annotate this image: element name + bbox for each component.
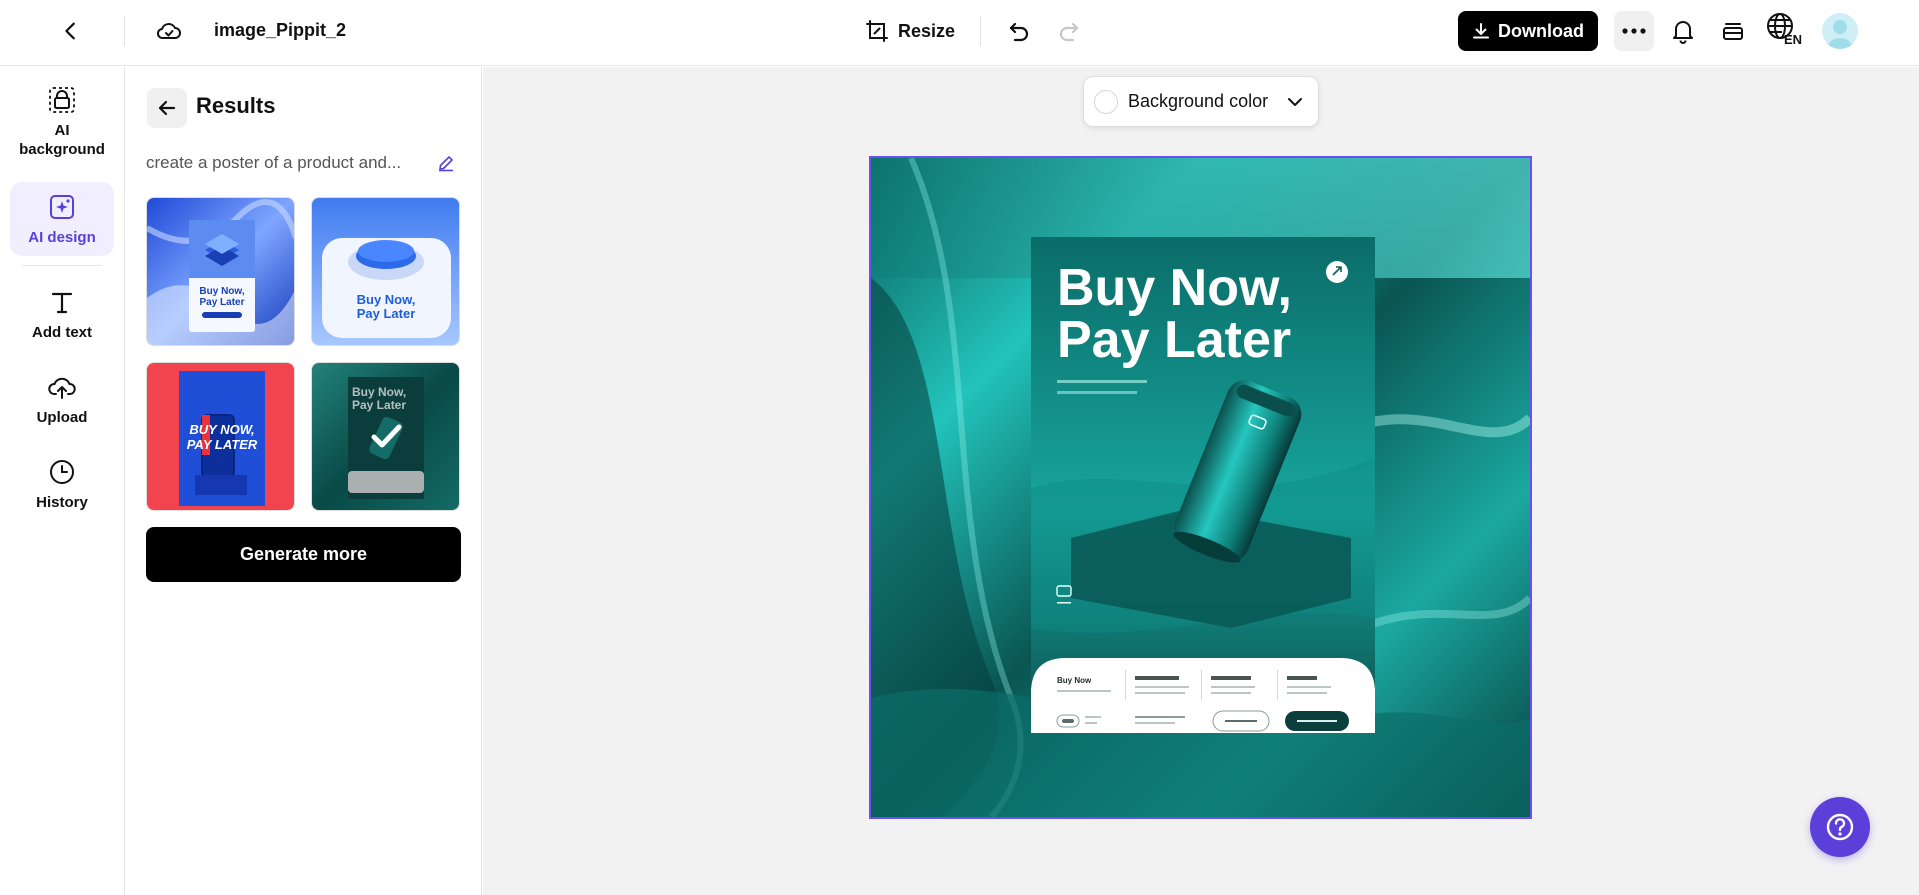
thumbnail-caption: PAY LATER: [187, 437, 258, 452]
language-label: EN: [1784, 32, 1803, 47]
design-sparkle-icon: [47, 192, 77, 222]
result-thumbnail-1[interactable]: Buy Now, Pay Later: [146, 197, 295, 346]
bag-dashed-icon: [47, 85, 77, 115]
rail-label: AI background: [19, 122, 105, 158]
redo-icon[interactable]: [1052, 14, 1086, 48]
edit-pencil-icon[interactable]: [434, 151, 458, 175]
question-icon: [1826, 813, 1854, 841]
undo-icon[interactable]: [1002, 14, 1036, 48]
more-icon[interactable]: [1614, 11, 1654, 51]
download-icon: [1473, 23, 1489, 39]
rail-label: Add text: [32, 324, 92, 341]
download-label: Download: [1498, 20, 1584, 41]
thumbnail-caption: Pay Later: [357, 306, 416, 321]
result-thumbnail-3[interactable]: BUY NOW, PAY LATER: [146, 362, 295, 511]
avatar[interactable]: [1822, 13, 1858, 49]
poster-artwork: Buy Now, Pay Later Buy Now: [871, 158, 1530, 817]
rail-item-ai-background[interactable]: AI background: [10, 85, 114, 185]
download-button[interactable]: Download: [1458, 11, 1598, 51]
resize-label: Resize: [898, 20, 956, 41]
thumbnail-caption: Pay Later: [199, 297, 244, 308]
divider: [980, 16, 981, 46]
thumbnail-caption: Buy Now,: [357, 292, 416, 307]
rail-item-ai-design[interactable]: AI design: [10, 182, 114, 256]
result-thumbnail-2[interactable]: Buy Now, Pay Later: [311, 197, 460, 346]
rail-label: History: [36, 494, 88, 511]
rail-item-history[interactable]: History: [10, 457, 114, 527]
cloud-upload-icon: [47, 372, 77, 402]
rail-label: Upload: [36, 409, 88, 426]
file-name[interactable]: image_Pippit_20: [214, 20, 346, 41]
thumbnail-caption: BUY NOW,: [189, 422, 254, 437]
design-canvas[interactable]: Buy Now, Pay Later Buy Now: [869, 156, 1532, 819]
poster-card-title: Buy Now: [1057, 676, 1092, 685]
color-swatch: [1094, 89, 1118, 114]
chevron-down-icon: [1288, 97, 1302, 106]
panel-title: Results: [196, 93, 276, 118]
tool-rail: AI background AI design Add text Upload …: [0, 67, 125, 895]
help-button[interactable]: [1810, 797, 1870, 857]
rail-label: AI design: [28, 229, 96, 246]
divider: [124, 16, 125, 46]
bell-icon[interactable]: [1666, 14, 1700, 48]
background-color-dropdown[interactable]: Background color: [1083, 76, 1319, 127]
prompt-text[interactable]: create a poster of a product and...: [146, 153, 418, 173]
resize-button[interactable]: Resize: [864, 14, 955, 48]
background-color-label: Background color: [1128, 91, 1269, 111]
rail-item-add-text[interactable]: Add text: [10, 287, 114, 357]
generate-more-button[interactable]: Generate more: [146, 527, 461, 582]
rail-item-upload[interactable]: Upload: [10, 372, 114, 442]
poster-headline-2: Pay Later: [1057, 311, 1291, 369]
back-icon[interactable]: [54, 14, 88, 48]
text-icon: [47, 287, 77, 317]
back-arrow-icon[interactable]: [147, 88, 187, 128]
result-thumbnail-4[interactable]: Buy Now, Pay Later: [311, 362, 460, 511]
top-bar: image_Pippit_20 Resize Download EN: [0, 0, 1919, 66]
clock-icon: [47, 457, 77, 487]
rail-divider: [22, 265, 102, 266]
stack-icon[interactable]: [1716, 14, 1750, 48]
language-button[interactable]: EN: [1766, 12, 1806, 50]
cloud-icon[interactable]: [152, 14, 186, 48]
results-panel: Results create a poster of a product and…: [126, 67, 482, 895]
thumbnail-caption: Buy Now,: [199, 286, 244, 297]
resize-icon: [866, 20, 888, 42]
poster-headline-1: Buy Now,: [1057, 259, 1292, 317]
